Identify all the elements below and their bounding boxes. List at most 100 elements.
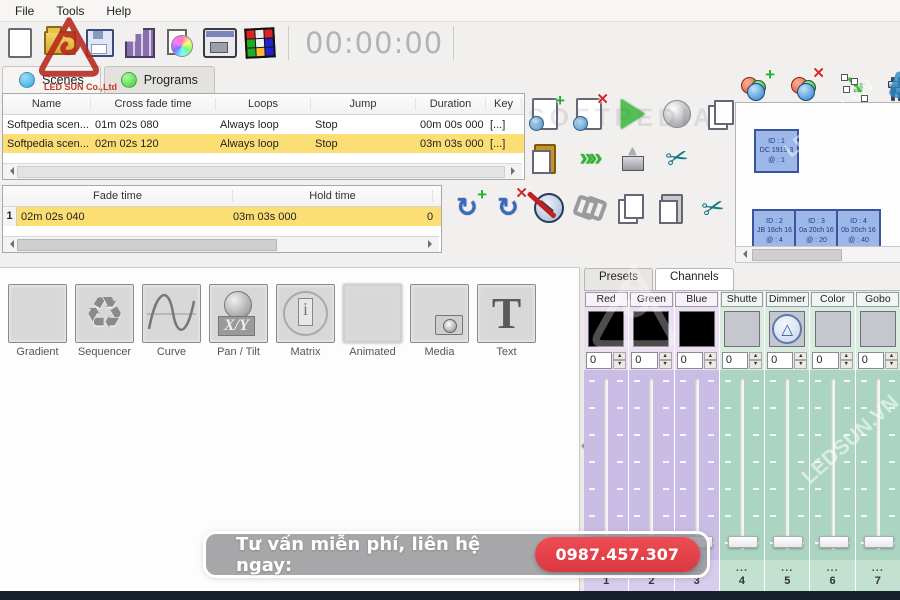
cut-icon[interactable]: ✂ — [659, 140, 695, 176]
channel-value-spinner[interactable]: 0▲▼ — [810, 350, 854, 370]
fixture-box[interactable]: ID : 1DC 1915 3@ : 1 — [754, 129, 799, 173]
scroll-right-icon[interactable] — [428, 240, 436, 248]
stop-icon[interactable] — [659, 96, 695, 132]
scrollbar-thumb[interactable] — [17, 166, 505, 178]
delete-scene-icon[interactable]: ✕ — [571, 96, 607, 132]
move-scene-icon[interactable]: »» — [571, 140, 607, 176]
channel-value-spinner[interactable]: 0▲▼ — [675, 350, 719, 370]
channel-value-spinner[interactable]: 0▲▼ — [765, 350, 809, 370]
step-table-header[interactable]: Fade time Hold time — [3, 186, 441, 207]
col-duration[interactable]: Duration — [416, 98, 486, 110]
delete-fixture-icon[interactable]: ✕ — [787, 70, 823, 106]
effect-sequencer[interactable]: Sequencer — [74, 284, 135, 358]
add-scene-icon[interactable]: + — [527, 96, 563, 132]
channel-swatch[interactable] — [679, 311, 715, 347]
col-hold-time[interactable]: Hold time — [233, 190, 433, 202]
effect-pantilt[interactable]: Pan / Tilt — [208, 284, 269, 358]
channel-header: Dimmer — [765, 291, 809, 308]
col-loops[interactable]: Loops — [216, 98, 311, 110]
step-time-icon[interactable] — [531, 190, 567, 226]
patch-grid-icon[interactable] — [122, 25, 158, 61]
scroll-left-icon[interactable] — [6, 240, 14, 248]
effect-text[interactable]: Text — [476, 284, 537, 358]
channel-value-spinner[interactable]: 0▲▼ — [856, 350, 900, 370]
channel-fader[interactable] — [856, 370, 900, 560]
channel-value-spinner[interactable]: 0▲▼ — [629, 350, 673, 370]
copy-step-icon[interactable] — [613, 190, 649, 226]
channel-swatch[interactable] — [724, 311, 760, 347]
col-jump[interactable]: Jump — [311, 98, 416, 110]
scrollbar-thumb[interactable] — [17, 239, 277, 251]
play-icon[interactable] — [615, 96, 651, 132]
burn-icon[interactable] — [615, 140, 651, 176]
link-steps-icon[interactable] — [572, 190, 608, 226]
delete-step-icon[interactable]: ↻✕ — [490, 190, 526, 226]
tab-channels[interactable]: Channels — [655, 268, 734, 290]
add-fixture-icon[interactable]: + — [737, 70, 773, 106]
scene-row[interactable]: Softpedia scen...02m 02s 120Always loopS… — [3, 134, 524, 153]
channel-value-spinner[interactable]: 0▲▼ — [720, 350, 764, 370]
scrollbar-thumb[interactable] — [752, 249, 842, 261]
paste-step-icon[interactable] — [654, 190, 690, 226]
fixture-canvas[interactable]: ID : 1DC 1915 3@ : 1ID : 2JB 16ch 16@ : … — [735, 102, 900, 248]
tab-programs-label: Programs — [144, 73, 198, 87]
menu-help[interactable]: Help — [95, 2, 142, 20]
cut-step-icon[interactable]: ✂ — [695, 190, 731, 226]
channel-options-button[interactable]: ... — [720, 560, 764, 575]
effects-palette: GradientSequencerCurvePan / TiltMatrixAn… — [7, 284, 537, 358]
channel-header: Shutte — [720, 291, 764, 308]
fixture-scrollbar[interactable] — [735, 246, 900, 263]
effect-matrix[interactable]: Matrix — [275, 284, 336, 358]
effect-curve[interactable]: Curve — [141, 284, 202, 358]
channel-swatch[interactable] — [815, 311, 851, 347]
channel-swatch[interactable]: △ — [769, 311, 805, 347]
tab-presets[interactable]: Presets — [584, 268, 653, 290]
channel-swatch[interactable] — [860, 311, 896, 347]
channel-options-button[interactable]: ... — [810, 560, 854, 575]
step-table-scrollbar[interactable] — [3, 236, 439, 252]
hardware-settings-icon[interactable] — [202, 25, 238, 61]
channel-fader[interactable] — [720, 370, 764, 560]
fader-thumb[interactable] — [773, 536, 803, 548]
tab-scenes[interactable]: Scenes — [2, 66, 101, 93]
channel-value-spinner[interactable]: 0▲▼ — [584, 350, 628, 370]
phone-button[interactable]: 0987.457.307 — [535, 537, 700, 572]
fader-thumb[interactable] — [728, 536, 758, 548]
scene-row[interactable]: Softpedia scen...01m 02s 080Always loopS… — [3, 115, 524, 134]
channel-fader[interactable] — [765, 370, 809, 560]
copy-icon[interactable] — [703, 96, 739, 132]
paste-icon[interactable] — [527, 140, 563, 176]
fader-thumb[interactable] — [819, 536, 849, 548]
effect-media[interactable]: Media — [409, 284, 470, 358]
step-row[interactable]: 1 02m 02s 040 03m 03s 000 0 — [3, 207, 441, 226]
channel-options-button[interactable]: ... — [856, 560, 900, 575]
fader-thumb[interactable] — [864, 536, 894, 548]
color-palette-icon[interactable] — [162, 25, 198, 61]
scroll-right-icon[interactable] — [511, 167, 519, 175]
col-fade-time[interactable]: Fade time — [3, 190, 233, 202]
effect-animated[interactable]: Animated — [342, 284, 403, 358]
scene-table-scrollbar[interactable] — [3, 163, 522, 179]
scene-table-header[interactable]: Name Cross fade time Loops Jump Duration… — [3, 94, 524, 115]
col-cross-fade[interactable]: Cross fade time — [91, 98, 216, 110]
tab-programs[interactable]: Programs — [104, 66, 215, 93]
channel-options-button[interactable]: ... — [765, 560, 809, 575]
menu-tools[interactable]: Tools — [45, 2, 95, 20]
channel-fader[interactable] — [810, 370, 854, 560]
col-key[interactable]: Key — [486, 98, 522, 110]
select-fixture-icon[interactable]: ↘ — [837, 70, 873, 106]
3d-cube-icon[interactable] — [242, 25, 278, 61]
channel-swatch[interactable] — [633, 311, 669, 347]
open-project-icon[interactable] — [42, 25, 78, 61]
menu-file[interactable]: File — [4, 2, 45, 20]
save-project-icon[interactable] — [82, 25, 118, 61]
scroll-left-icon[interactable] — [6, 167, 14, 175]
effect-gradient[interactable]: Gradient — [7, 284, 68, 358]
add-step-icon[interactable]: ↻+ — [449, 190, 485, 226]
new-document-icon[interactable] — [2, 25, 38, 61]
scenes-dot-icon — [19, 72, 35, 88]
col-name[interactable]: Name — [3, 98, 91, 110]
scroll-left-icon[interactable] — [739, 250, 747, 258]
channel-swatch[interactable] — [588, 311, 624, 347]
promo-banner: Tư vấn miễn phí, liên hệ ngay: 0987.457.… — [203, 531, 710, 578]
